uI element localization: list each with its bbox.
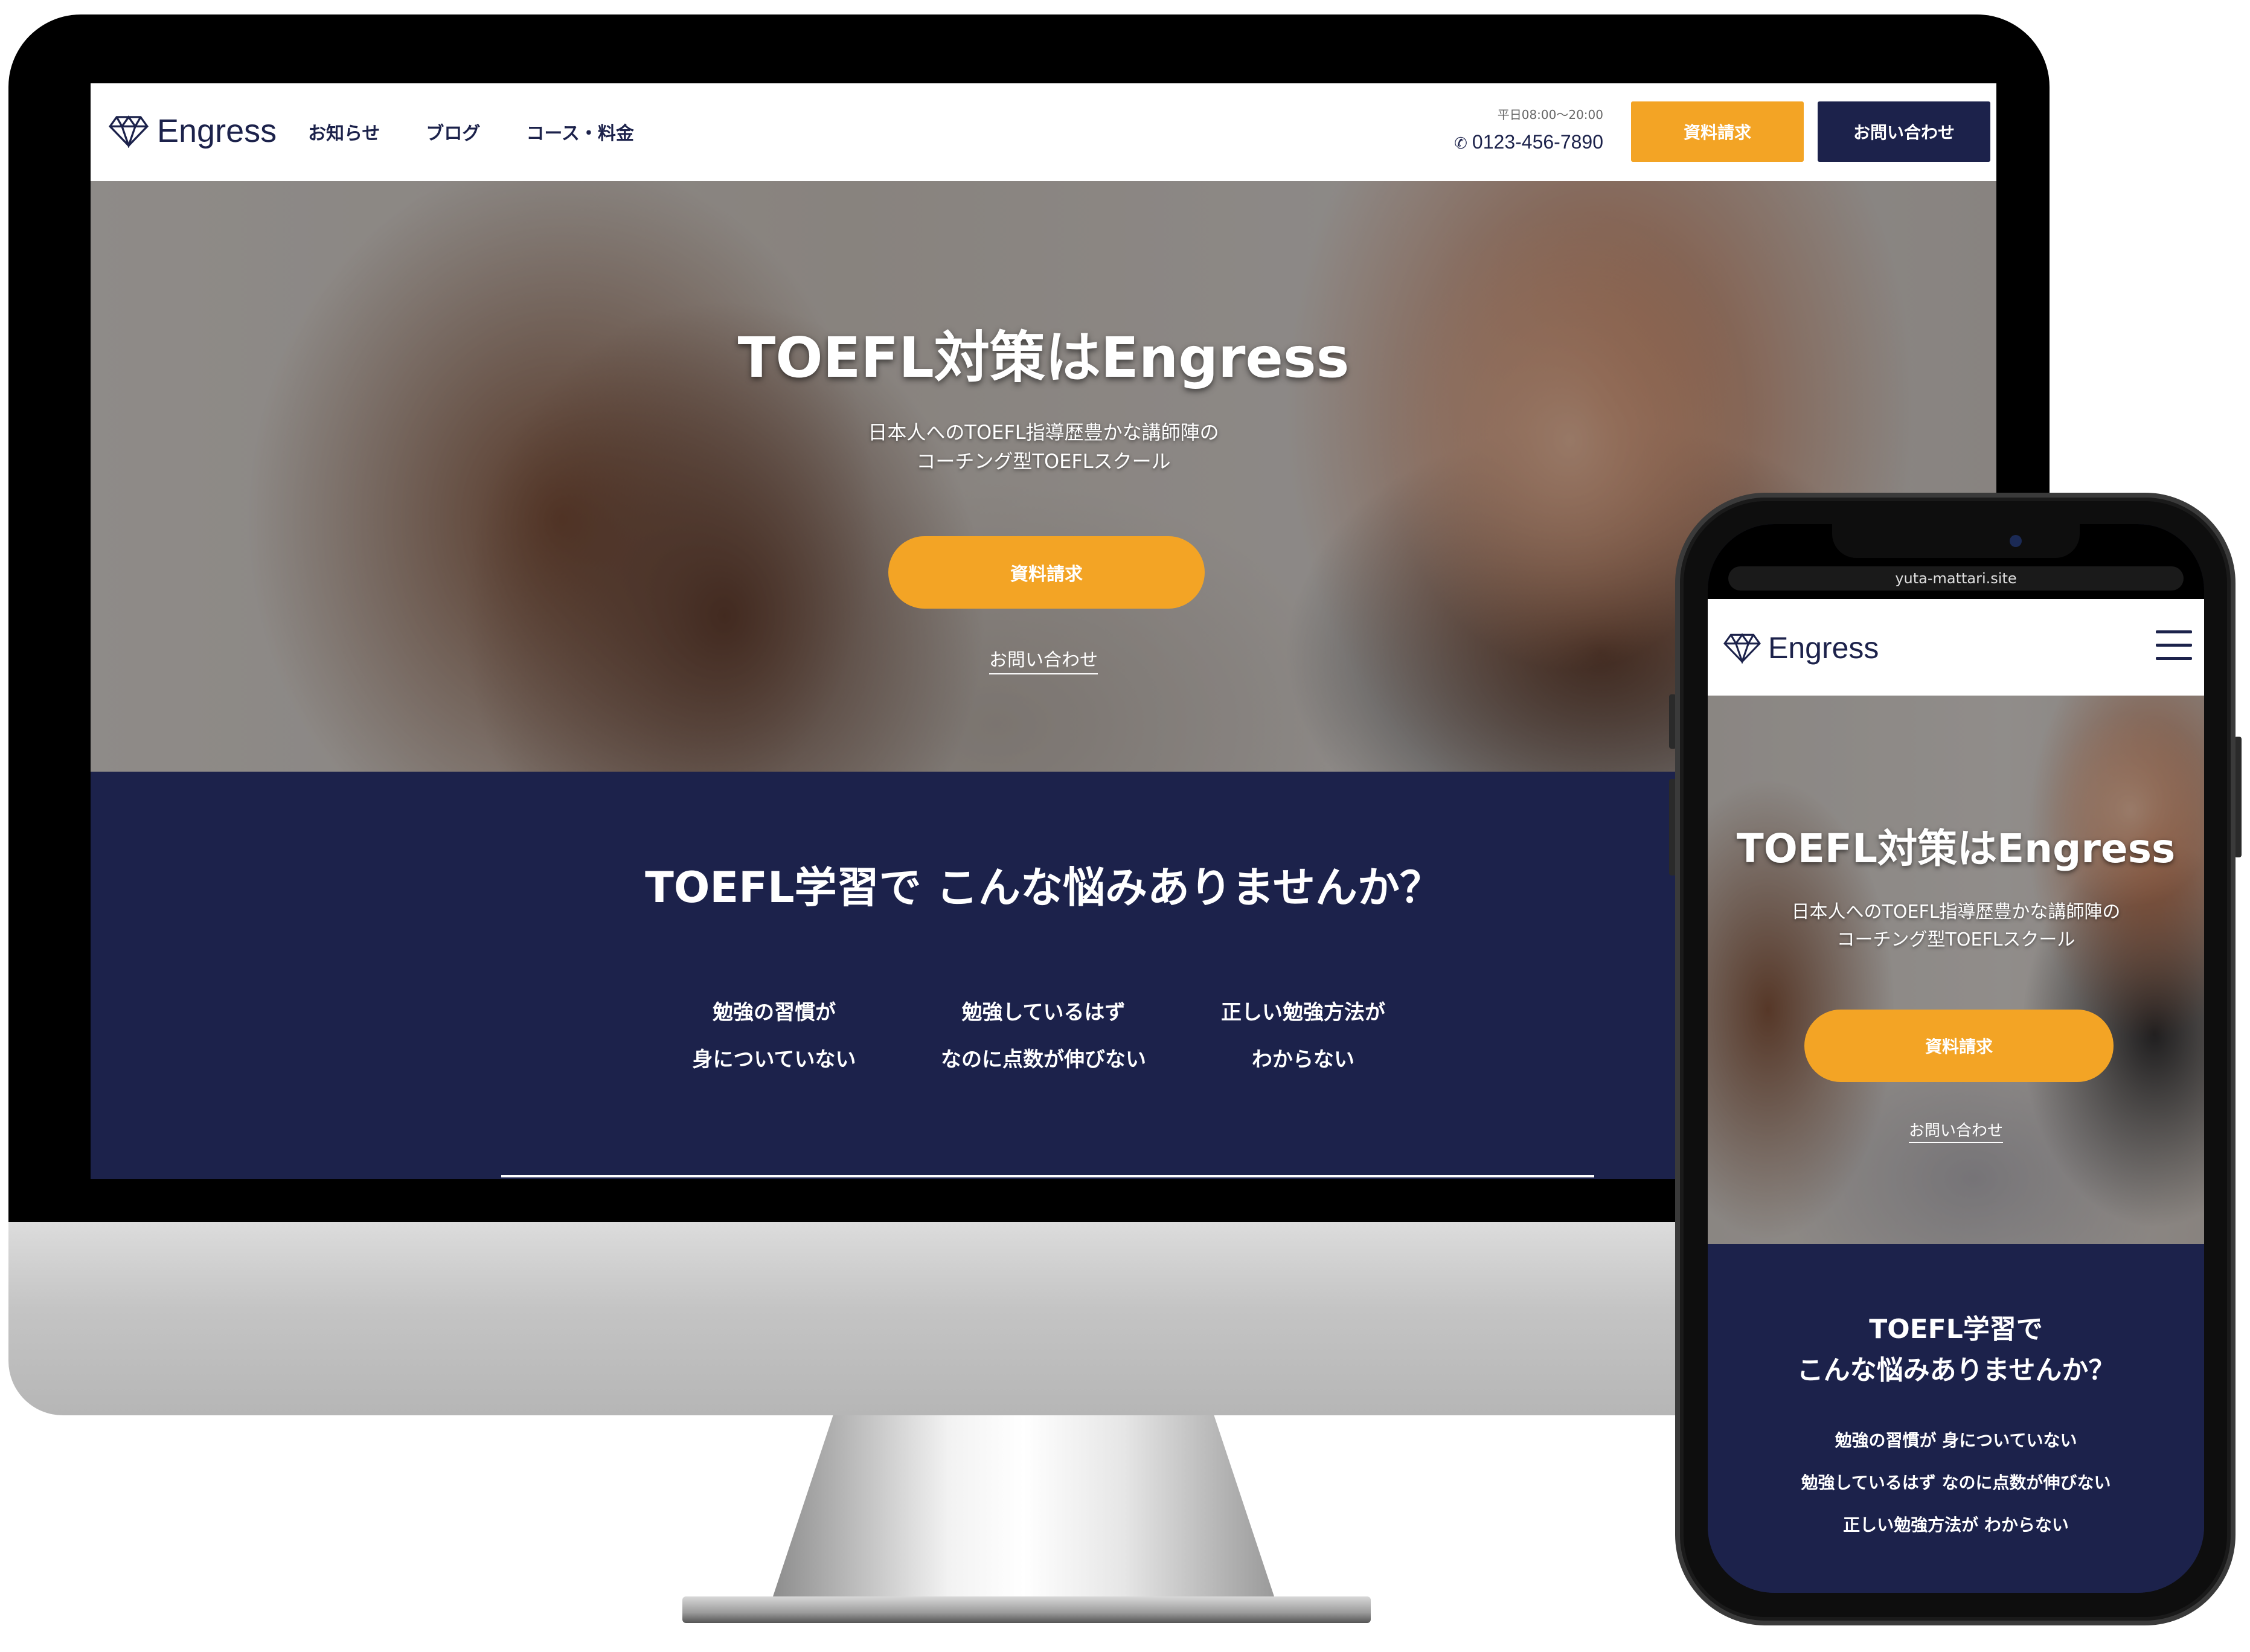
mobile-hero-contact-link[interactable]: お問い合わせ [1908,1122,2003,1143]
phone-screen: yuta-mattari.site Engress TOEFL対策はEngres… [1708,524,2204,1593]
main-nav: お知らせ ブログ コース・料金 [308,118,634,145]
hero-contact-link[interactable]: お問い合わせ [989,650,1098,674]
nav-item-blog[interactable]: ブログ [426,118,480,145]
nav-item-news[interactable]: お知らせ [308,118,380,145]
address-bar[interactable]: yuta-mattari.site [1728,566,2184,591]
phone-icon: ✆ [1454,134,1467,152]
problem-line: 勉強の習慣が [713,1000,836,1025]
header-contact-info: 平日08:00〜20:00 ✆ 0123-456-7890 [1452,105,1603,153]
diamond-icon [1723,633,1761,664]
mobile-problem-item: 勉強しているはず なのに点数が伸びない [1801,1473,2111,1493]
business-hours: 平日08:00〜20:00 [1497,107,1603,122]
hero-title: TOEFL対策はEngress [737,325,1350,390]
phone-number-row[interactable]: ✆ 0123-456-7890 [1452,131,1603,153]
site-header: Engress お知らせ ブログ コース・料金 平日08:00〜20:00 ✆ 0… [91,83,1996,181]
problem-line: 正しい勉強方法が [1221,1000,1385,1025]
problem-line: わからない [1252,1048,1354,1072]
problems-title-line: TOEFL学習で [1869,1314,2043,1345]
problem-line: 身についていない [692,1048,856,1072]
mobile-hero-subtitle: 日本人へのTOEFL指導歴豊かな講師陣の コーチング型TOEFLスクール [1708,898,2204,954]
camera-icon [2010,535,2022,547]
diamond-icon [109,115,149,148]
section-divider [501,1175,1594,1177]
hero-background-image [1708,696,2204,1244]
hero-subtitle-line: コーチング型TOEFLスクール [1836,929,2075,950]
mobile-problems-title: TOEFL学習で こんな悩みありませんか？ [1708,1309,2204,1391]
hero-subtitle-line: コーチング型TOEFLスクール [916,450,1171,473]
hero-request-button[interactable]: 資料請求 [888,536,1205,609]
mobile-site-header: Engress [1708,599,2204,696]
hero-subtitle-line: 日本人へのTOEFL指導歴豊かな講師陣の [1791,901,2121,923]
mobile-hero-section: TOEFL対策はEngress 日本人へのTOEFL指導歴豊かな講師陣の コーチ… [1708,696,2204,1244]
problem-item: 正しい勉強方法が わからない [1188,989,1418,1083]
monitor-stand [773,1415,1274,1596]
hero-subtitle-line: 日本人へのTOEFL指導歴豊かな講師陣の [868,421,1219,444]
hero-subtitle: 日本人へのTOEFL指導歴豊かな講師陣の コーチング型TOEFLスクール [91,418,1996,476]
problem-line: 勉強しているはず [961,1000,1126,1025]
nav-item-courses[interactable]: コース・料金 [526,118,634,145]
problem-item: 勉強しているはず なのに点数が伸びない [929,989,1158,1083]
phone-number: 0123-456-7890 [1472,131,1603,153]
problem-line: なのに点数が伸びない [941,1048,1146,1072]
hamburger-menu-icon[interactable] [2156,630,2192,661]
request-materials-button[interactable]: 資料請求 [1631,101,1804,162]
mobile-problems-section: TOEFL学習で こんな悩みありませんか？ 勉強の習慣が 身についていない 勉強… [1708,1244,2204,1593]
mobile-problem-item: 正しい勉強方法が わからない [1843,1515,2069,1535]
problem-item: 勉強の習慣が 身についていない [659,989,889,1083]
mobile-hero-request-button[interactable]: 資料請求 [1804,1010,2114,1082]
mobile-hero-contact-link-wrap: お問い合わせ [1708,1118,2204,1143]
logo-text: Engress [1768,631,1879,665]
site-logo[interactable]: Engress [109,112,277,150]
mobile-problem-item: 勉強の習慣が 身についていない [1835,1430,2077,1450]
monitor-base [682,1596,1371,1623]
phone-notch [1832,524,2080,558]
logo-text: Engress [157,113,277,149]
contact-button[interactable]: お問い合わせ [1818,101,1990,162]
mobile-site-logo[interactable]: Engress [1723,630,1879,665]
problems-title-line: こんな悩みありませんか？ [1796,1355,2115,1386]
mobile-hero-title: TOEFL対策はEngress [1736,825,2176,872]
phone-status-area: yuta-mattari.site [1708,524,2204,599]
